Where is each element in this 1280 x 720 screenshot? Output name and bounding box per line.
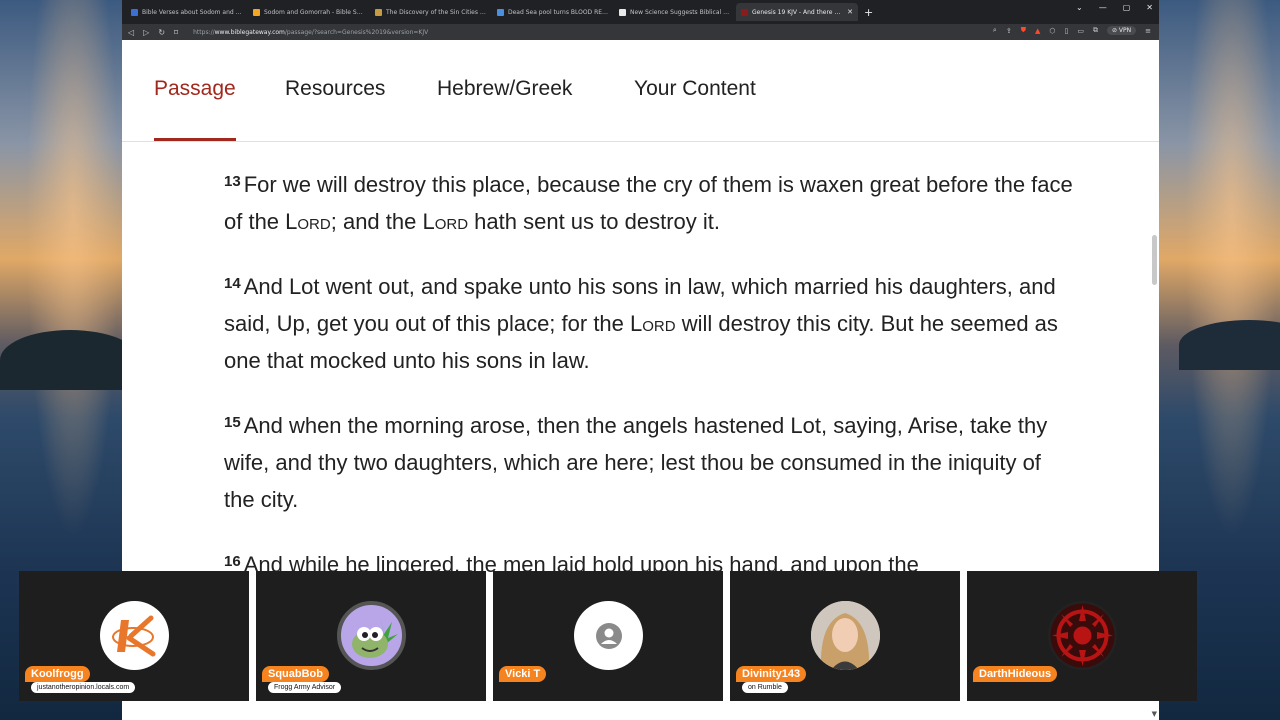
vpn-button[interactable]: ⊘ VPN <box>1106 26 1137 35</box>
tab-title: Bible Verses about Sodom and Gomor... <box>142 8 243 16</box>
woman-photo-icon <box>811 601 880 670</box>
avatar <box>1048 601 1117 670</box>
tab-favicon-icon <box>253 8 260 16</box>
minimize-icon[interactable]: — <box>1099 3 1107 12</box>
sith-emblem-icon <box>1050 603 1115 668</box>
tab-title: New Science Suggests Biblical City Of... <box>630 8 731 16</box>
scroll-down-icon[interactable]: ▼ <box>1152 710 1157 718</box>
participant-tile[interactable]: Vicki T <box>493 571 723 701</box>
wallpaper-hill <box>0 330 140 390</box>
participant-subtitle: Frogg Army Advisor <box>268 682 342 693</box>
verse-number: 13 <box>224 173 241 190</box>
participant-tile[interactable]: DarthHideous <box>967 571 1197 701</box>
participant-tile[interactable]: SquabBob Frogg Army Advisor <box>256 571 486 701</box>
tab-close-icon[interactable]: ✕ <box>847 8 853 16</box>
toolbar-icons: ⌕ ⇪ ⛊ ▲ ⬡ ▯ ▭ ⧉ ⊘ VPN ≡ <box>993 26 1151 35</box>
active-tab-underline <box>154 138 236 141</box>
rewards-icon[interactable]: ▲ <box>1035 27 1040 35</box>
passage-nav: Passage Resources Hebrew/Greek Your Cont… <box>122 40 1159 142</box>
video-participants: Koolfrogg justanotheropinion.locals.com … <box>19 571 1197 701</box>
extensions-icon[interactable]: ⬡ <box>1049 27 1055 35</box>
chevron-down-icon[interactable]: ⌄ <box>1076 3 1083 12</box>
tab-favicon-icon <box>741 8 748 16</box>
tab-favicon-icon <box>131 8 138 16</box>
new-tab-icon[interactable]: + <box>858 6 879 19</box>
browser-tab[interactable]: New Science Suggests Biblical City Of... <box>614 3 736 21</box>
avatar <box>574 601 643 670</box>
browser-tab[interactable]: Bible Verses about Sodom and Gomor... <box>126 3 248 21</box>
tab-passage[interactable]: Passage <box>154 77 236 101</box>
frog-cartoon-icon <box>351 615 398 658</box>
tab-title: Sodom and Gomorrah - Bible Story V... <box>264 8 365 16</box>
participant-name: Divinity143 <box>736 666 807 682</box>
scrollbar-thumb[interactable] <box>1152 235 1157 285</box>
koolfrogg-logo-icon <box>111 615 155 656</box>
verse: 15 And when the morning arose, then the a… <box>224 413 1048 512</box>
zoom-icon[interactable]: ⌕ <box>993 26 997 35</box>
tab-favicon-icon <box>497 8 504 16</box>
url-field[interactable]: https://www.biblegateway.com/passage/?se… <box>193 29 428 36</box>
participant-subtitle: justanotheropinion.locals.com <box>31 682 136 693</box>
menu-icon[interactable]: ≡ <box>1145 27 1151 35</box>
tab-hebrew-greek[interactable]: Hebrew/Greek <box>437 77 572 101</box>
default-user-icon <box>595 622 622 649</box>
participant-tile[interactable]: Divinity143 on Rumble <box>730 571 960 701</box>
wallpaper-hill <box>1179 320 1280 370</box>
wallet-icon[interactable]: ▭ <box>1077 27 1084 35</box>
verse-number: 14 <box>224 275 241 292</box>
verse: 14 And Lot went out, and spake unto his s… <box>224 274 1058 373</box>
tab-your-content[interactable]: Your Content <box>634 77 756 101</box>
tab-title: Dead Sea pool turns BLOOD RED whe... <box>508 8 609 16</box>
back-icon[interactable]: ◁ <box>128 28 134 37</box>
avatar <box>337 601 406 670</box>
window-controls: ⌄ — ▢ ✕ <box>1076 3 1153 12</box>
participant-name: DarthHideous <box>973 666 1058 682</box>
tab-favicon-icon <box>619 8 626 16</box>
close-window-icon[interactable]: ✕ <box>1146 3 1153 12</box>
reload-icon[interactable]: ↻ <box>158 28 165 37</box>
participant-subtitle: on Rumble <box>742 682 788 693</box>
forward-icon[interactable]: ▷ <box>143 28 149 37</box>
avatar <box>811 601 880 670</box>
avatar <box>100 601 169 670</box>
tab-title: Genesis 19 KJV - And there came... <box>752 8 843 16</box>
participant-tile[interactable]: Koolfrogg justanotheropinion.locals.com <box>19 571 249 701</box>
participant-name: Vicki T <box>499 666 547 682</box>
verse-number: 15 <box>224 414 241 431</box>
verse: 13 For we will destroy this place, becaus… <box>224 172 1073 234</box>
shield-icon[interactable]: ⛊ <box>1021 26 1026 35</box>
participant-name: Koolfrogg <box>25 666 90 682</box>
tab-title: The Discovery of the Sin Cities of Sod..… <box>386 8 487 16</box>
sidebar-icon[interactable]: ▯ <box>1064 27 1068 35</box>
browser-tab[interactable]: Sodom and Gomorrah - Bible Story V... <box>248 3 370 21</box>
tab-bar: Bible Verses about Sodom and Gomor... So… <box>122 0 1159 24</box>
tab-resources[interactable]: Resources <box>285 77 385 101</box>
browser-tab[interactable]: Dead Sea pool turns BLOOD RED whe... <box>492 3 614 21</box>
downloads-icon[interactable]: ⧉ <box>1093 26 1098 35</box>
maximize-icon[interactable]: ▢ <box>1123 3 1131 12</box>
browser-tab-active[interactable]: Genesis 19 KJV - And there came... ✕ <box>736 3 858 21</box>
passage-text: 13 For we will destroy this place, becaus… <box>224 163 1074 608</box>
bookmark-icon[interactable]: ⌑ <box>174 28 178 37</box>
address-bar: ◁ ▷ ↻ ⌑ https://www.biblegateway.com/pas… <box>122 24 1159 40</box>
tab-favicon-icon <box>375 8 382 16</box>
verse-number: 16 <box>224 553 241 570</box>
participant-name: SquabBob <box>262 666 329 682</box>
share-icon[interactable]: ⇪ <box>1006 27 1012 35</box>
browser-tab[interactable]: The Discovery of the Sin Cities of Sod..… <box>370 3 492 21</box>
